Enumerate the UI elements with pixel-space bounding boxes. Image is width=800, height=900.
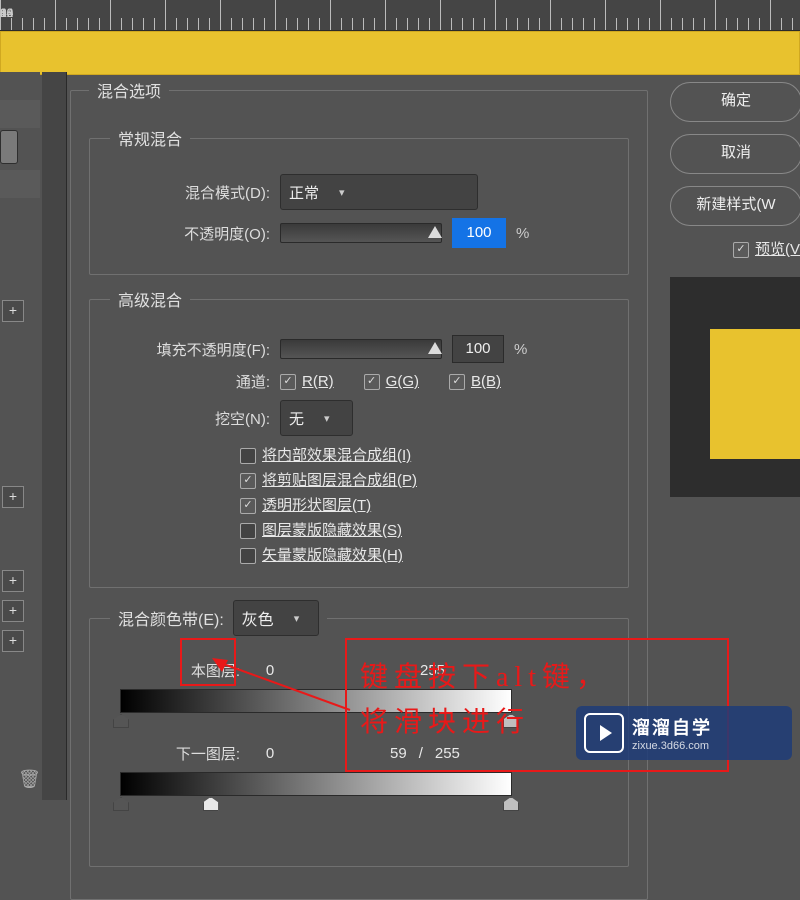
knockout-select[interactable]: 无▾: [280, 400, 353, 436]
vertical-ruler: [42, 72, 67, 800]
add-effect-icon[interactable]: +: [2, 300, 24, 322]
channel-b-checkbox[interactable]: B(B): [449, 373, 501, 390]
preview-checkbox[interactable]: 预览(V: [733, 238, 800, 259]
opt-blend-clipped-checkbox[interactable]: 将剪贴图层混合成组(P): [240, 469, 417, 490]
ok-button[interactable]: 确定: [670, 82, 800, 122]
add-effect-icon[interactable]: +: [2, 486, 24, 508]
play-icon: [584, 713, 624, 753]
underlying-layer-gradient[interactable]: [120, 772, 512, 796]
underlying-layer-label: 下一图层:: [110, 743, 250, 764]
opt-layer-mask-hide-checkbox[interactable]: 图层蒙版隐藏效果(S): [240, 519, 402, 540]
new-style-button[interactable]: 新建样式(W: [670, 186, 800, 226]
opacity-label: 不透明度(O):: [110, 223, 280, 244]
canvas-yellow-region: [0, 31, 800, 75]
opt-blend-interior-checkbox[interactable]: 将内部效果混合成组(I): [240, 444, 411, 465]
style-list: + + + + + 🗑: [0, 72, 40, 800]
add-effect-icon[interactable]: +: [2, 570, 24, 592]
watermark-url: zixue.3d66.com: [632, 740, 712, 752]
blending-options-fieldset: 混合选项 常规混合 混合模式(D): 正常▾ 不透明度(O): 100 % 高级…: [70, 78, 648, 900]
channel-g-checkbox[interactable]: G(G): [364, 373, 419, 390]
blend-if-channel-select[interactable]: 灰色▾: [233, 600, 319, 636]
list-item[interactable]: [0, 100, 40, 128]
gradient-thumb-low[interactable]: [113, 797, 129, 811]
trash-icon[interactable]: 🗑: [18, 769, 41, 790]
blend-mode-select[interactable]: 正常▾: [280, 174, 478, 210]
chevron-down-icon: ▾: [339, 186, 345, 199]
dialog-buttons: 确定 取消 新建样式(W 预览(V: [670, 82, 800, 497]
gradient-thumb-high[interactable]: [503, 797, 519, 811]
add-effect-icon[interactable]: +: [2, 630, 24, 652]
annotation-text: 将滑块进行: [360, 700, 530, 740]
fill-opacity-label: 填充不透明度(F):: [110, 339, 280, 360]
group-label: 高级混合: [110, 287, 190, 311]
horizontal-ruler: (function(){var r=document.currentScript…: [0, 0, 800, 31]
opacity-input[interactable]: 100: [452, 218, 506, 248]
opt-vector-mask-hide-checkbox[interactable]: 矢量蒙版隐藏效果(H): [240, 544, 403, 565]
channel-r-checkbox[interactable]: R(R): [280, 373, 334, 390]
opacity-slider[interactable]: [280, 223, 442, 243]
gradient-thumb-split-half[interactable]: [203, 797, 219, 811]
this-low-value: 0: [250, 662, 290, 679]
slider-thumb-icon[interactable]: [428, 342, 442, 354]
chevron-down-icon: ▾: [324, 412, 330, 425]
opt-transparency-shapes-checkbox[interactable]: 透明形状图层(T): [240, 494, 371, 515]
cancel-button[interactable]: 取消: [670, 134, 800, 174]
chevron-down-icon: ▾: [294, 612, 300, 625]
fill-opacity-slider[interactable]: [280, 339, 442, 359]
preview-thumbnail: [670, 277, 800, 497]
advanced-blending-group: 高级混合 填充不透明度(F): 100 % 通道: R(R) G(G) B(B)…: [89, 287, 629, 588]
gradient-thumb-low[interactable]: [113, 714, 129, 728]
watermark-brand: 溜溜自学: [632, 714, 712, 740]
list-item[interactable]: [0, 170, 40, 198]
annotation-highlight-box: [180, 638, 236, 686]
unit-label: %: [516, 225, 529, 242]
group-label: 混合颜色带(E): 灰色▾: [110, 600, 327, 636]
panel-title: 混合选项: [89, 78, 169, 102]
watermark-badge: 溜溜自学 zixue.3d66.com: [576, 706, 792, 760]
unit-label: %: [514, 341, 527, 358]
list-item[interactable]: [0, 130, 18, 164]
knockout-label: 挖空(N):: [110, 408, 280, 429]
fill-opacity-input[interactable]: 100: [452, 335, 504, 363]
add-effect-icon[interactable]: +: [2, 600, 24, 622]
blend-mode-label: 混合模式(D):: [110, 182, 280, 203]
annotation-text: 键盘按下alt键，: [360, 655, 610, 695]
channels-label: 通道:: [110, 371, 280, 392]
under-low-value: 0: [250, 745, 290, 762]
general-blending-group: 常规混合 混合模式(D): 正常▾ 不透明度(O): 100 %: [89, 126, 629, 275]
preview-swatch: [710, 329, 800, 459]
slider-thumb-icon[interactable]: [428, 226, 442, 238]
group-label: 常规混合: [110, 126, 190, 150]
